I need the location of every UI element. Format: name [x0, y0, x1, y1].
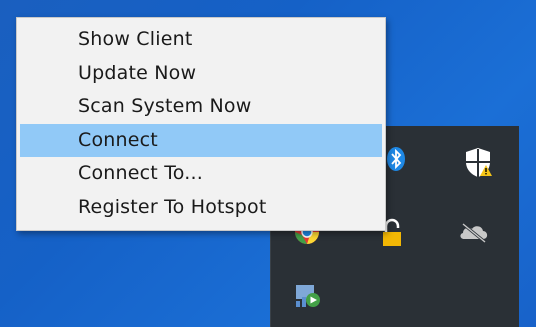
menu-item-register-to-hotspot[interactable]: Register To Hotspot	[17, 191, 385, 225]
menu-item-scan-system-now[interactable]: Scan System Now	[17, 90, 385, 124]
menu-item-show-client[interactable]: Show Client	[17, 23, 385, 57]
menu-item-connect-to[interactable]: Connect To...	[17, 157, 385, 191]
windows-security-warning-icon[interactable]	[461, 146, 495, 180]
app-tray-icon[interactable]	[294, 282, 322, 308]
menu-item-connect[interactable]: Connect	[20, 123, 382, 158]
context-menu: Show Client Update Now Scan System Now C…	[16, 17, 386, 231]
onedrive-offline-icon[interactable]	[457, 218, 491, 246]
bluetooth-icon[interactable]	[383, 146, 409, 172]
menu-item-update-now[interactable]: Update Now	[17, 57, 385, 91]
